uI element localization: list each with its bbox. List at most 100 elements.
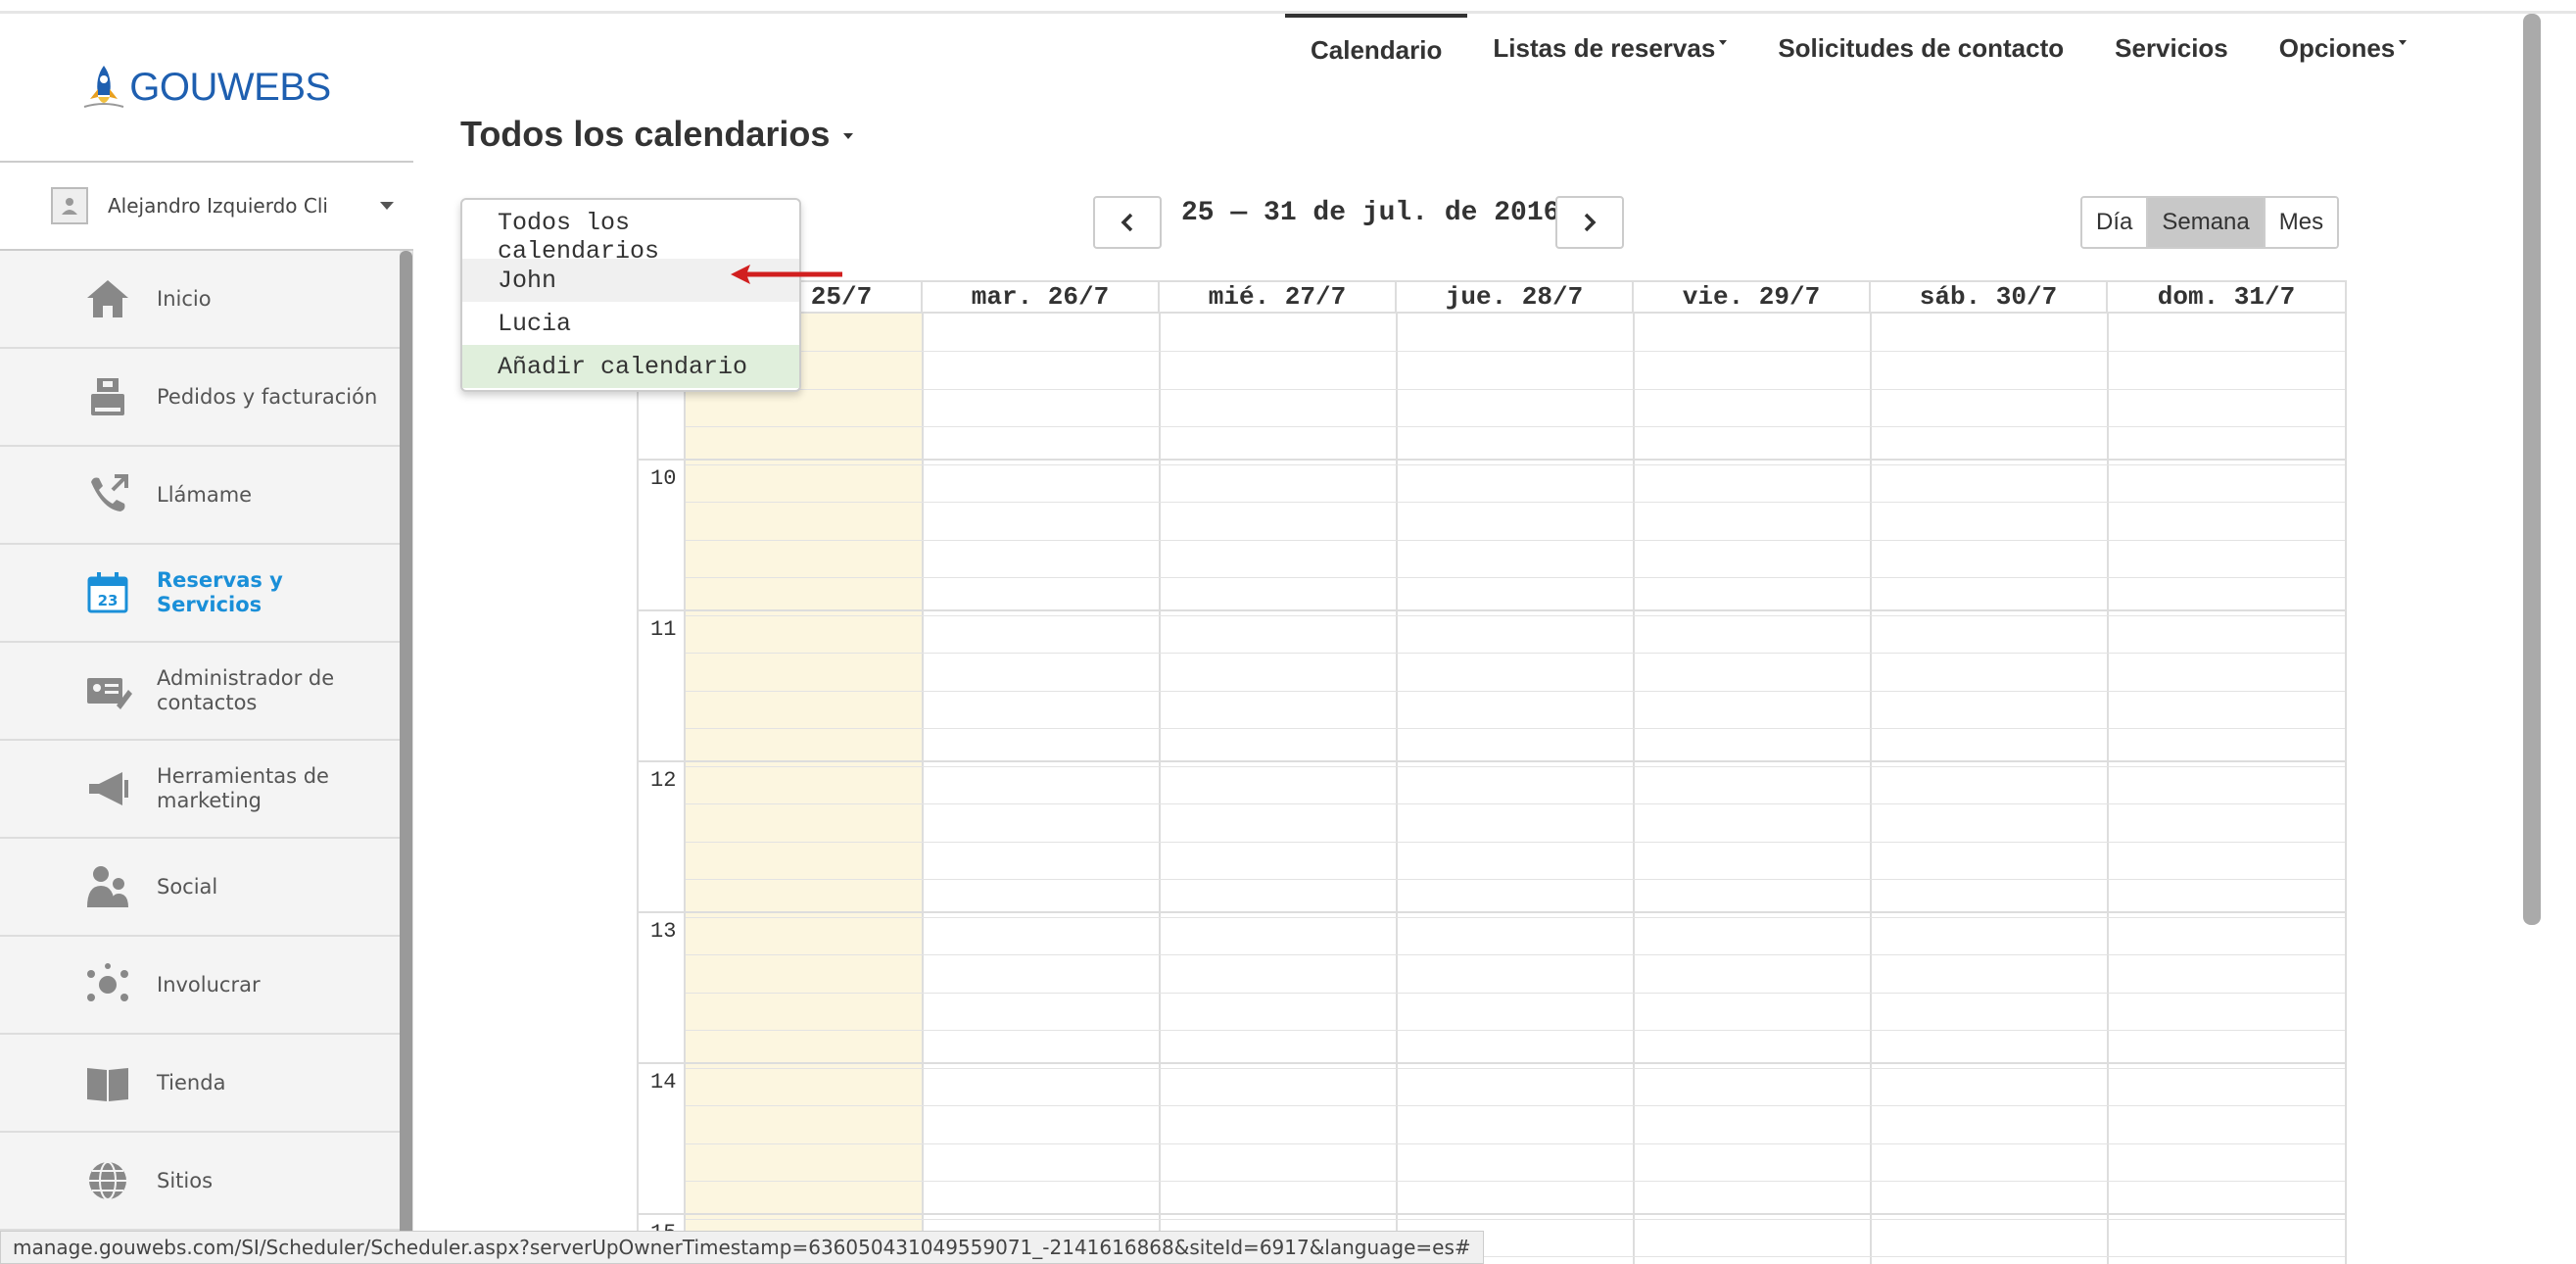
rocket-logo-icon <box>84 66 124 108</box>
hour-line <box>639 760 2345 762</box>
svg-text:23: 23 <box>98 592 119 609</box>
slot-line <box>686 954 2345 955</box>
day-divider <box>1633 314 1635 1264</box>
register-icon <box>82 371 133 422</box>
sidebar-item-marketing[interactable]: Herramientas de marketing <box>0 741 400 839</box>
sidebar-scrollbar-thumb[interactable] <box>400 251 412 1246</box>
sidebar-item-reservas[interactable]: 23 Reservas y Servicios <box>0 545 400 643</box>
sidebar-item-label: Herramientas de marketing <box>157 764 329 812</box>
chevron-right-icon <box>1584 213 1597 232</box>
annotation-arrow-icon <box>731 265 842 284</box>
slot-line <box>686 917 2345 918</box>
day-divider <box>922 314 924 1264</box>
sidebar-item-label: Involucrar <box>157 972 261 997</box>
logo[interactable]: GOUWEBS <box>0 14 413 161</box>
view-week-button[interactable]: Semana <box>2148 198 2266 247</box>
calendar-grid: lun. 25/7 mar. 26/7 mié. 27/7 jue. 28/7 … <box>637 280 2347 1264</box>
slot-line <box>686 464 2345 465</box>
people-icon <box>82 861 133 912</box>
page-scrollbar[interactable] <box>2523 14 2541 925</box>
day-header[interactable]: vie. 29/7 <box>1634 282 1871 312</box>
menu-item-todos[interactable]: Todos los calendarios <box>462 209 799 266</box>
page-title: Todos los calendarios <box>460 114 831 154</box>
tab-opciones[interactable]: Opciones <box>2254 14 2432 82</box>
gutter-divider <box>684 314 686 1264</box>
sidebar-nav: Inicio Pedidos y facturación Llámame 23 … <box>0 251 400 1231</box>
slot-line <box>686 540 2345 541</box>
tab-listas-de-reservas[interactable]: Listas de reservas <box>1467 14 1752 82</box>
menu-item-lucia[interactable]: Lucia <box>462 302 799 345</box>
sidebar-item-label: Llámame <box>157 482 253 507</box>
view-month-button[interactable]: Mes <box>2265 198 2338 247</box>
hour-line <box>639 911 2345 913</box>
hour-label: 10 <box>650 466 677 491</box>
hour-label: 13 <box>650 919 677 944</box>
next-week-button[interactable] <box>1555 196 1624 249</box>
hour-line <box>639 1062 2345 1064</box>
sidebar-item-tienda[interactable]: Tienda <box>0 1035 400 1133</box>
slot-line <box>686 615 2345 616</box>
slot-line <box>686 1105 2345 1106</box>
day-header[interactable]: sáb. 30/7 <box>1871 282 2108 312</box>
sidebar-item-label: Sitios <box>157 1168 214 1192</box>
hour-line <box>639 609 2345 611</box>
megaphone-icon <box>82 763 133 814</box>
book-icon <box>82 1057 133 1108</box>
status-bar-url: manage.gouwebs.com/SI/Scheduler/Schedule… <box>0 1231 1484 1264</box>
globe-icon <box>82 1155 133 1206</box>
sidebar-item-label: Administrador de contactos <box>157 666 335 714</box>
day-header[interactable]: mié. 27/7 <box>1160 282 1397 312</box>
slot-line <box>686 842 2345 843</box>
menu-item-add-calendar[interactable]: Añadir calendario <box>462 345 799 388</box>
slot-line <box>686 993 2345 994</box>
day-header[interactable]: mar. 26/7 <box>923 282 1160 312</box>
sidebar-item-sitios[interactable]: Sitios <box>0 1133 400 1231</box>
sidebar-scrollbar[interactable] <box>400 251 412 1246</box>
day-divider <box>2107 314 2109 1264</box>
slot-line <box>686 1068 2345 1069</box>
contact-card-icon <box>82 665 133 716</box>
slot-line <box>686 389 2345 390</box>
slot-line <box>686 426 2345 427</box>
sidebar-item-pedidos[interactable]: Pedidos y facturación <box>0 349 400 447</box>
view-day-button[interactable]: Día <box>2082 198 2149 247</box>
day-header[interactable]: jue. 28/7 <box>1397 282 1634 312</box>
date-range: 25 — 31 de jul. de 2016 <box>1181 198 1560 228</box>
day-divider <box>1870 314 1872 1264</box>
slot-line <box>686 728 2345 729</box>
day-header[interactable]: dom. 31/7 <box>2108 282 2345 312</box>
hour-label: 12 <box>650 768 677 793</box>
prev-week-button[interactable] <box>1093 196 1162 249</box>
sidebar-item-label: Tienda <box>157 1070 226 1094</box>
tab-calendario[interactable]: Calendario <box>1285 14 1468 82</box>
sidebar-item-label: Inicio <box>157 286 212 311</box>
user-selector[interactable]: Alejandro Izquierdo Cli <box>0 161 413 251</box>
user-name: Alejandro Izquierdo Cli <box>108 194 328 218</box>
slot-line <box>686 1030 2345 1031</box>
chevron-down-icon <box>380 202 394 210</box>
sidebar: GOUWEBS Alejandro Izquierdo Cli Inicio P… <box>0 14 413 1264</box>
slot-line <box>686 1143 2345 1144</box>
network-icon <box>82 959 133 1010</box>
slot-line <box>686 577 2345 578</box>
calendar-header: lun. 25/7 mar. 26/7 mié. 27/7 jue. 28/7 … <box>639 280 2345 314</box>
sidebar-item-llamame[interactable]: Llámame <box>0 447 400 545</box>
tab-solicitudes-de-contacto[interactable]: Solicitudes de contacto <box>1752 14 2089 82</box>
hour-line <box>639 459 2345 461</box>
sidebar-item-label: Pedidos y facturación <box>157 384 378 409</box>
day-divider <box>1396 314 1398 1264</box>
logo-text: GOUWEBS <box>129 65 331 109</box>
calendar-selector[interactable]: Todos los calendarios <box>460 114 854 155</box>
sidebar-item-social[interactable]: Social <box>0 839 400 937</box>
slot-line <box>686 351 2345 352</box>
today-column[interactable] <box>686 314 923 1264</box>
chevron-down-icon <box>843 133 854 139</box>
sidebar-item-involucrar[interactable]: Involucrar <box>0 937 400 1035</box>
slot-line <box>686 803 2345 804</box>
top-border <box>0 0 2576 14</box>
sidebar-item-contactos[interactable]: Administrador de contactos <box>0 643 400 741</box>
top-nav: Calendario Listas de reservas Solicitude… <box>1285 14 2432 82</box>
tab-servicios[interactable]: Servicios <box>2089 14 2254 82</box>
sidebar-item-inicio[interactable]: Inicio <box>0 251 400 349</box>
calendar-dropdown-menu: Todos los calendarios John Lucia Añadir … <box>460 198 801 392</box>
